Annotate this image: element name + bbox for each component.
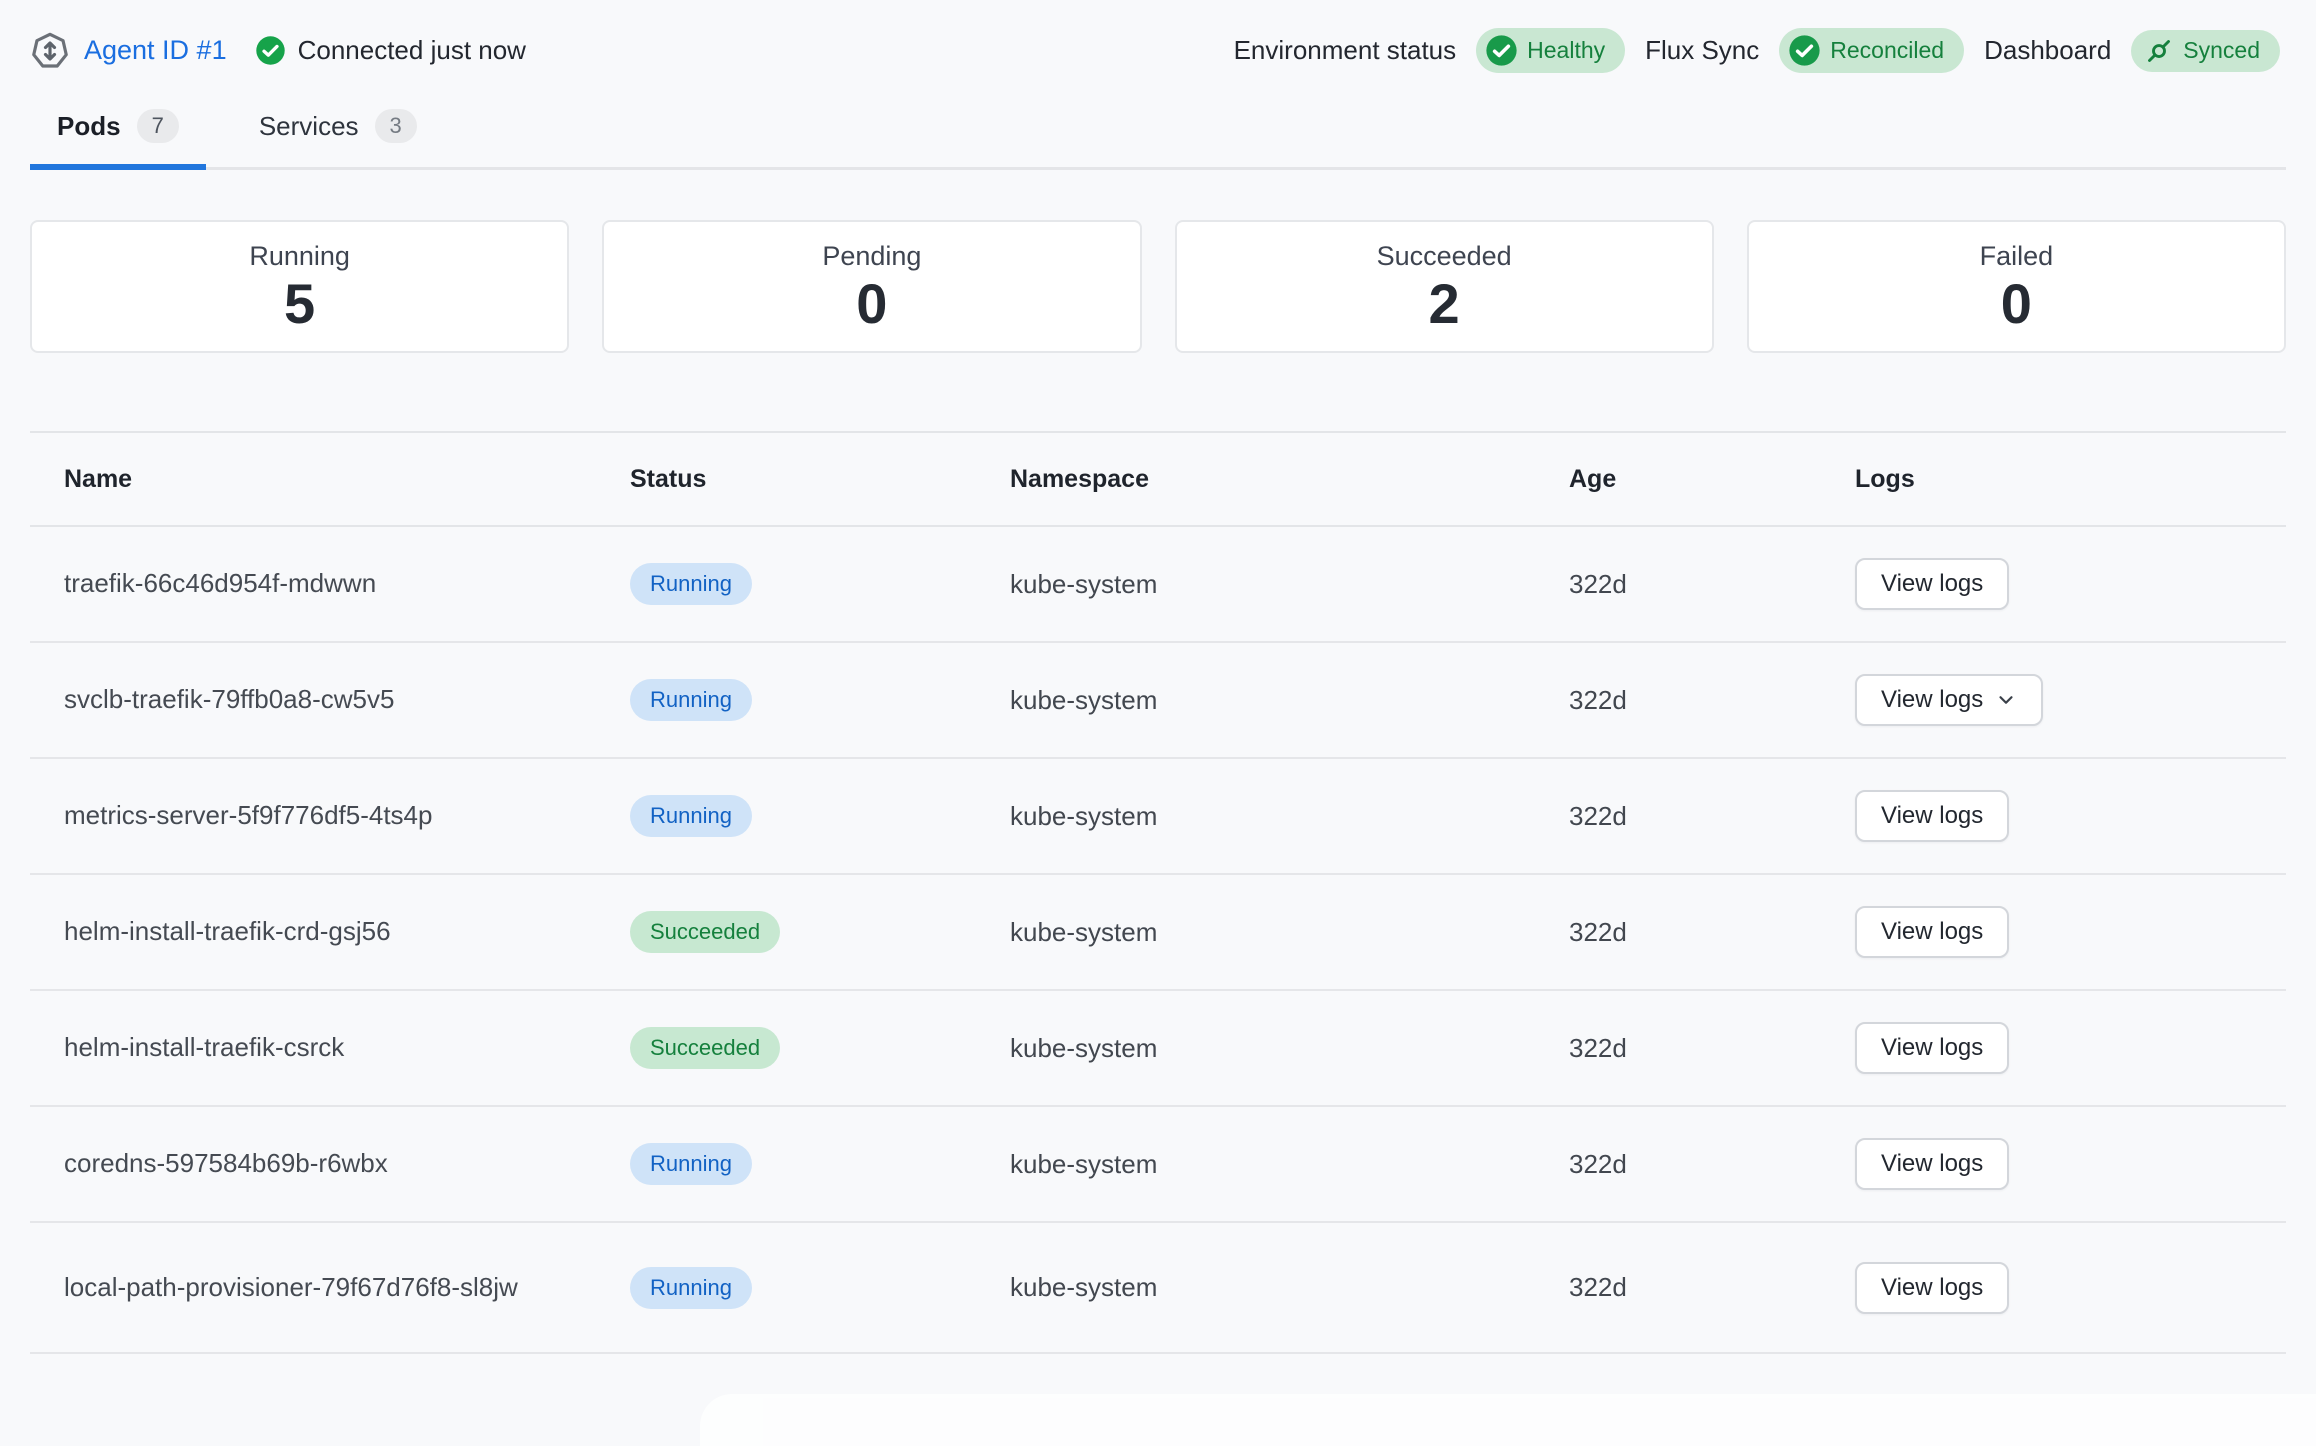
synced-link-icon [2144, 36, 2174, 66]
tab-services-label: Services [259, 111, 359, 142]
summary-card-value: 5 [284, 276, 315, 332]
flux-sync-badge-label: Reconciled [1830, 37, 1944, 64]
pod-name: helm-install-traefik-csrck [64, 1030, 344, 1065]
bottom-sheet-edge [700, 1394, 2316, 1446]
status-badge: Running [630, 679, 752, 721]
dashboard-label: Dashboard [1984, 35, 2111, 66]
view-logs-label: View logs [1881, 570, 1983, 598]
view-logs-label: View logs [1881, 802, 1983, 830]
age: 322d [1569, 917, 1855, 948]
status-badge: Running [630, 563, 752, 605]
flux-sync-label: Flux Sync [1645, 35, 1759, 66]
column-header-namespace: Namespace [1010, 465, 1569, 494]
pod-name: local-path-provisioner-79f67d76f8-sl8jw [64, 1270, 518, 1305]
summary-card-pending: Pending 0 [602, 220, 1141, 353]
pod-name: metrics-server-5f9f776df5-4ts4p [64, 798, 432, 833]
table-row: helm-install-traefik-crd-gsj56 Succeeded… [30, 875, 2286, 991]
pod-name: coredns-597584b69b-r6wbx [64, 1146, 388, 1181]
environment-status-badge-label: Healthy [1527, 37, 1605, 64]
table-row: helm-install-traefik-csrck Succeeded kub… [30, 991, 2286, 1107]
table-row: metrics-server-5f9f776df5-4ts4p Running … [30, 759, 2286, 875]
view-logs-label: View logs [1881, 1274, 1983, 1302]
namespace: kube-system [1010, 801, 1569, 832]
column-header-name: Name [30, 465, 630, 494]
agent-shield-icon [30, 31, 70, 71]
view-logs-button[interactable]: View logs [1855, 906, 2009, 958]
age: 322d [1569, 685, 1855, 716]
table-header: Name Status Namespace Age Logs [30, 431, 2286, 527]
topbar: Agent ID #1 Connected just now Environme… [0, 0, 2316, 73]
tab-pods-label: Pods [57, 111, 121, 142]
tab-pods-count-badge: 7 [137, 109, 179, 143]
summary-card-value: 0 [856, 276, 887, 332]
summary-card-label: Running [249, 241, 350, 272]
column-header-logs: Logs [1855, 465, 2286, 494]
view-logs-button[interactable]: View logs [1855, 1138, 2009, 1190]
tab-services[interactable]: Services 3 [232, 99, 444, 167]
summary-card-value: 2 [1429, 276, 1460, 332]
connection-status-text: Connected just now [298, 35, 526, 66]
dashboard-sync-badge: Synced [2131, 30, 2280, 72]
age: 322d [1569, 1149, 1855, 1180]
view-logs-button[interactable]: View logs [1855, 1022, 2009, 1074]
tab-services-count-badge: 3 [375, 109, 417, 143]
connected-check-icon [255, 35, 286, 66]
summary-card-label: Pending [822, 241, 921, 272]
dashboard-sync-badge-label: Synced [2183, 37, 2260, 64]
view-logs-label: View logs [1881, 1034, 1983, 1062]
namespace: kube-system [1010, 569, 1569, 600]
column-header-age: Age [1569, 465, 1855, 494]
age: 322d [1569, 569, 1855, 600]
summary-card-running: Running 5 [30, 220, 569, 353]
agent-id-link[interactable]: Agent ID #1 [84, 35, 227, 66]
view-logs-button[interactable]: View logs [1855, 790, 2009, 842]
table-row: coredns-597584b69b-r6wbx Running kube-sy… [30, 1107, 2286, 1223]
flux-sync-badge: Reconciled [1779, 28, 1964, 73]
status-badge: Running [630, 795, 752, 837]
pod-name: traefik-66c46d954f-mdwwn [64, 566, 376, 601]
table-row: svclb-traefik-79ffb0a8-cw5v5 Running kub… [30, 643, 2286, 759]
topbar-right: Environment status Healthy Flux Sync Rec… [1234, 28, 2280, 73]
tab-bar: Pods 7 Services 3 [30, 99, 2286, 170]
namespace: kube-system [1010, 685, 1569, 716]
namespace: kube-system [1010, 1149, 1569, 1180]
view-logs-label: View logs [1881, 1150, 1983, 1178]
topbar-left: Agent ID #1 Connected just now [30, 31, 526, 71]
namespace: kube-system [1010, 1272, 1569, 1303]
environment-status-badge: Healthy [1476, 28, 1625, 73]
status-badge: Running [630, 1143, 752, 1185]
tab-pods[interactable]: Pods 7 [30, 99, 206, 167]
pod-name: helm-install-traefik-crd-gsj56 [64, 914, 391, 949]
table-row: traefik-66c46d954f-mdwwn Running kube-sy… [30, 527, 2286, 643]
summary-card-failed: Failed 0 [1747, 220, 2286, 353]
view-logs-dropdown-button[interactable]: View logs [1855, 674, 2043, 726]
agent-dashboard-page: Agent ID #1 Connected just now Environme… [0, 0, 2316, 1446]
view-logs-label: View logs [1881, 918, 1983, 946]
pod-name: svclb-traefik-79ffb0a8-cw5v5 [64, 682, 394, 717]
view-logs-label: View logs [1881, 686, 1983, 714]
status-badge: Succeeded [630, 911, 780, 953]
pods-table: Name Status Namespace Age Logs traefik-6… [30, 431, 2286, 1354]
summary-cards: Running 5 Pending 0 Succeeded 2 Failed 0 [30, 220, 2286, 353]
age: 322d [1569, 1272, 1855, 1303]
healthy-check-icon [1485, 34, 1518, 67]
chevron-down-icon [1995, 689, 2017, 711]
namespace: kube-system [1010, 1033, 1569, 1064]
view-logs-button[interactable]: View logs [1855, 1262, 2009, 1314]
namespace: kube-system [1010, 917, 1569, 948]
view-logs-button[interactable]: View logs [1855, 558, 2009, 610]
status-badge: Running [630, 1267, 752, 1309]
column-header-status: Status [630, 465, 1010, 494]
environment-status-label: Environment status [1234, 35, 1457, 66]
age: 322d [1569, 801, 1855, 832]
reconciled-check-icon [1788, 34, 1821, 67]
summary-card-label: Failed [1980, 241, 2054, 272]
age: 322d [1569, 1033, 1855, 1064]
summary-card-label: Succeeded [1377, 241, 1512, 272]
summary-card-value: 0 [2001, 276, 2032, 332]
summary-card-succeeded: Succeeded 2 [1175, 220, 1714, 353]
status-badge: Succeeded [630, 1027, 780, 1069]
table-row: local-path-provisioner-79f67d76f8-sl8jw … [30, 1223, 2286, 1354]
